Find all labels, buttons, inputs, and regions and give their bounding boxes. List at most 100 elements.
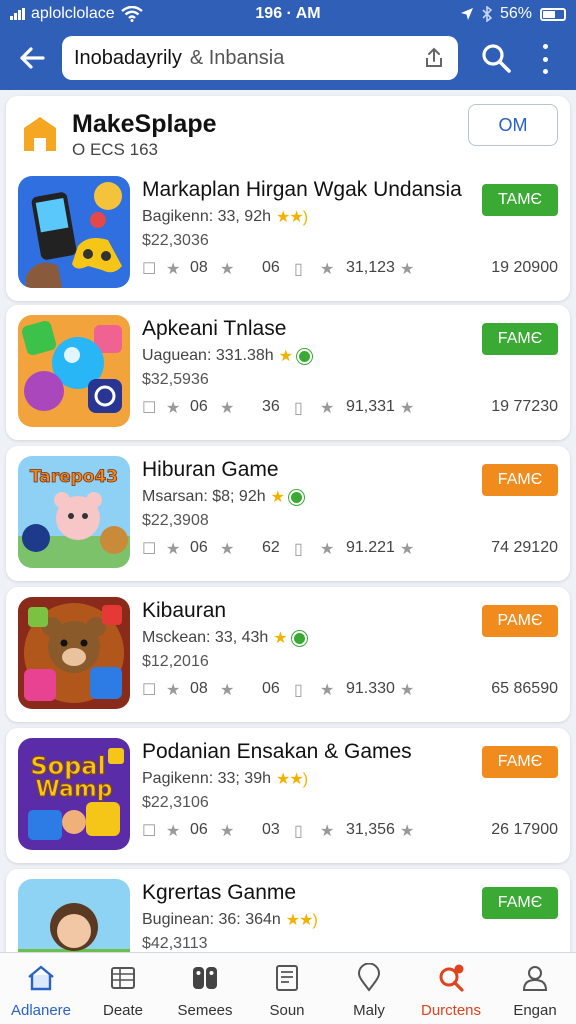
back-arrow-icon [20,47,45,69]
app-price: $42,3113 [142,935,208,952]
star-icon: ★ [220,261,235,278]
list-item[interactable]: Kgrertas Ganme Buginean: 36: 364n ★★) $42… [6,869,570,952]
document-icon [276,965,298,991]
bookmark-icon: ☐ [142,261,157,278]
star-icon: ★ [220,400,235,417]
phone-icon: ▯ [294,261,303,278]
star-icon: ★ [320,261,335,278]
star-icon: ★ [166,682,181,699]
grid-icon [111,967,135,989]
app-subtitle: Bagikenn: 33, 92h ★★) [142,208,308,226]
list-item[interactable]: Tarepo43 Hiburan Game Msarsan: $8; 92h ★ … [6,446,570,581]
app-price: $22,3908 [142,512,209,529]
app-title: Kgrertas Ganme [142,881,297,904]
search-icon[interactable] [478,40,514,76]
share-icon[interactable] [422,46,446,70]
battery-icon [540,7,566,21]
gamepad-icon [193,967,217,989]
search-field[interactable]: Inobadayrily & Inbansia [62,36,458,80]
bookmark-icon: ☐ [142,400,157,417]
battery-percent: 56% [499,5,532,22]
phone-icon: ▯ [294,682,303,699]
bookmark-icon: ☐ [142,682,157,699]
bottom-navigation: Adlanere Deate Semees Soun Maly Durctens… [0,952,576,1024]
rating-stars-icon: ★★) [285,912,318,929]
star-icon: ★ [166,823,181,840]
list-item[interactable]: Markaplan Hirgan Wgak Undansia Bagikenn:… [6,170,570,298]
app-stats: ☐ ★ 06 ★ 36 ▯ ★ 91,331 ★ 19 77230 [142,398,558,417]
nav-item-deate[interactable]: Deate [82,953,164,1024]
list-item[interactable]: Apkeani Tnlase Uaguean: 331.38h ★ $32,593… [6,305,570,440]
rating-stars-icon: ★★) [276,771,308,788]
app-stats: ☐ ★ 06 ★ 03 ▯ ★ 31,356 ★ 26 17900 [142,821,558,840]
brand-logo-icon [24,117,56,151]
app-thumbnail [18,597,130,709]
star-icon: ★ [400,682,415,699]
developer-card: MakeSplape O ECS 163 OM Markaplan Hirgan… [6,96,570,301]
app-title: Hiburan Game [142,458,279,481]
search-query-secondary: & Inbansia [189,46,285,69]
rating-star-icon: ★ [273,630,287,647]
location-pin-icon [357,962,381,992]
thumbnail-logo-text: Tarepo43 [30,467,118,487]
list-item[interactable]: Kibauran Msckean: 33, 43h ★ $12,2016 ☐ ★ … [6,587,570,722]
app-subtitle: Pagikenn: 33; 39h ★★) [142,770,308,788]
thumbnail-logo-text: Wamp [36,777,113,802]
install-button[interactable]: FAMЄ [482,464,558,496]
status-bar: aplolclolace 196 · AM 56% [0,0,576,28]
install-button[interactable]: TAMЄ [482,184,558,216]
app-price: $22,3106 [142,794,209,811]
app-bar: Inobadayrily & Inbansia [0,28,576,90]
nav-item-semees[interactable]: Semees [164,953,246,1024]
bluetooth-icon [482,6,492,22]
star-icon: ★ [400,823,415,840]
star-icon: ★ [220,682,235,699]
app-title: Kibauran [142,599,227,622]
star-icon: ★ [400,400,415,417]
app-stats: ☐ ★ 08 ★ 06 ▯ ★ 31,123 ★ 19 20900 [142,259,558,278]
leaf-badge-icon [297,348,313,364]
list-item[interactable]: Sopal Wamp Podanian Ensakan & Games Pagi… [6,728,570,863]
back-button[interactable] [12,40,52,76]
app-stats: ☐ ★ 06 ★ 62 ▯ ★ 91.221 ★ 74 29120 [142,539,558,558]
star-icon: ★ [166,400,181,417]
app-subtitle: Buginean: 36: 364n ★★) [142,911,318,929]
rating-stars-icon: ★★) [276,209,308,226]
star-icon: ★ [400,261,415,278]
app-subtitle: Msckean: 33, 43h ★ [142,628,307,648]
app-thumbnail [18,176,130,288]
developer-subtitle: O ECS 163 [72,140,158,159]
app-thumbnail: Tarepo43 [18,456,130,568]
app-list: MakeSplape O ECS 163 OM Markaplan Hirgan… [0,90,576,952]
om-button[interactable]: OM [468,104,558,146]
nav-item-home[interactable]: Adlanere [0,953,82,1024]
install-button[interactable]: FAMЄ [482,887,558,919]
rating-star-icon: ★ [278,348,293,365]
app-title: Markaplan Hirgan Wgak Undansia [142,178,462,201]
app-stats: ☐ ★ 08 ★ 06 ▯ ★ 91.330 ★ 65 86590 [142,680,558,699]
app-title: Apkeani Tnlase [142,317,287,340]
install-button[interactable]: FAMЄ [482,323,558,355]
install-button[interactable]: PAMЄ [482,605,558,637]
nav-item-soun[interactable]: Soun [246,953,328,1024]
app-price: $22,3036 [142,232,209,249]
home-icon [28,965,54,991]
star-icon: ★ [166,541,181,558]
user-icon [522,966,548,991]
star-icon: ★ [220,823,235,840]
more-vertical-icon[interactable] [530,42,560,76]
star-icon: ★ [320,682,335,699]
install-button[interactable]: FAMЄ [482,746,558,778]
nav-item-durctens[interactable]: Durctens [410,953,492,1024]
nav-item-maly[interactable]: Maly [328,953,410,1024]
rating-star-icon: ★ [270,489,285,506]
bookmark-icon: ☐ [142,823,157,840]
phone-icon: ▯ [294,400,303,417]
thumbnail-logo-text: Sopal [30,752,105,780]
star-icon: ★ [220,541,235,558]
star-icon: ★ [320,823,335,840]
nav-item-engan[interactable]: Engan [494,953,576,1024]
phone-icon: ▯ [294,823,303,840]
star-icon: ★ [400,541,415,558]
search-query-primary: Inobadayrily [74,46,182,69]
